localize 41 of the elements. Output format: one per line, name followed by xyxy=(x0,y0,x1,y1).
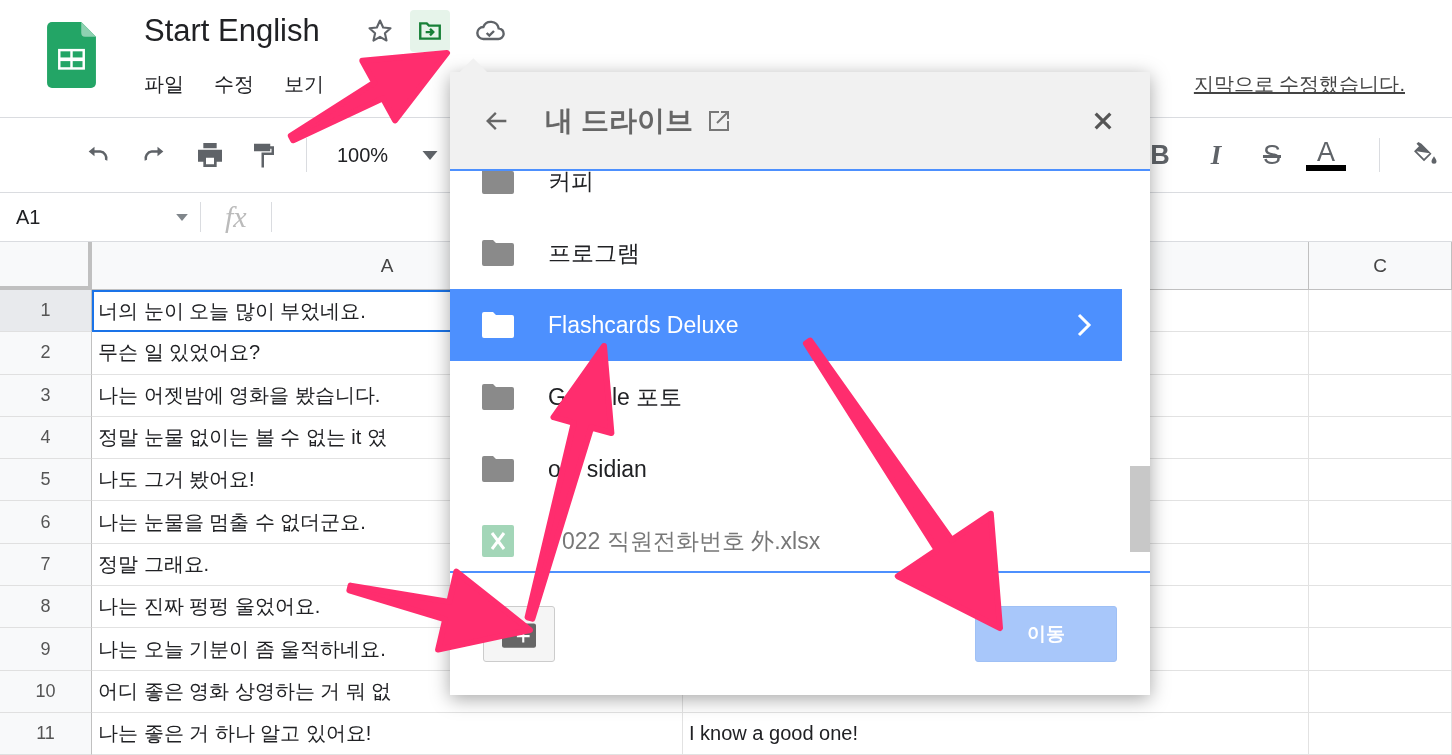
menu-item[interactable]: 수정 xyxy=(214,70,254,98)
row-header[interactable]: 6 xyxy=(0,501,92,544)
name-box[interactable]: A1 xyxy=(16,205,176,229)
text-color-button[interactable]: A xyxy=(1306,139,1346,171)
table-cell: I know a good one! xyxy=(683,712,1309,755)
row-header[interactable]: 11 xyxy=(0,712,92,755)
row-header[interactable]: 3 xyxy=(0,374,92,417)
spreadsheet-file-icon xyxy=(482,525,514,557)
folder-list-item[interactable]: 커피 xyxy=(450,171,1122,217)
chevron-right-icon[interactable] xyxy=(1076,312,1092,338)
last-edit-link[interactable]: 지막으로 수정했습니다. xyxy=(1193,70,1405,98)
move-folder-button[interactable] xyxy=(409,10,450,52)
folder-icon xyxy=(482,240,514,266)
zoom-dropdown[interactable]: 100% xyxy=(337,143,389,167)
row-header[interactable]: 1 xyxy=(0,290,92,333)
table-cell: 나는 좋은 거 하나 알고 있어요! xyxy=(92,712,683,755)
row-header[interactable]: 9 xyxy=(0,628,92,671)
dialog-title: 내 드라이브 xyxy=(545,103,693,138)
document-title[interactable]: Start English xyxy=(144,13,320,49)
row-header[interactable]: 5 xyxy=(0,459,92,502)
folder-icon xyxy=(482,312,514,338)
scrollbar-thumb[interactable] xyxy=(1130,466,1150,552)
strikethrough-button[interactable]: S xyxy=(1261,139,1283,171)
row-header[interactable]: 4 xyxy=(0,416,92,460)
folder-icon xyxy=(482,384,514,410)
column-header[interactable]: C xyxy=(1309,242,1452,290)
caret-icon[interactable] xyxy=(422,150,439,160)
row-header[interactable]: 8 xyxy=(0,586,92,629)
italic-button[interactable]: I xyxy=(1205,139,1227,171)
caret-icon[interactable] xyxy=(176,213,188,221)
menu-item[interactable]: 파일 xyxy=(144,70,184,98)
menu-item[interactable]: 보기 xyxy=(284,70,324,98)
external-link-icon[interactable] xyxy=(706,108,731,133)
folder-icon xyxy=(482,456,514,482)
bold-button[interactable]: B xyxy=(1149,139,1171,171)
formula-label: fx xyxy=(225,200,247,234)
folder-icon xyxy=(482,171,514,194)
row-header[interactable]: 7 xyxy=(0,543,92,587)
row-header[interactable]: 2 xyxy=(0,332,92,375)
sheets-logo-icon[interactable] xyxy=(45,22,98,88)
row-header[interactable]: 10 xyxy=(0,670,92,713)
